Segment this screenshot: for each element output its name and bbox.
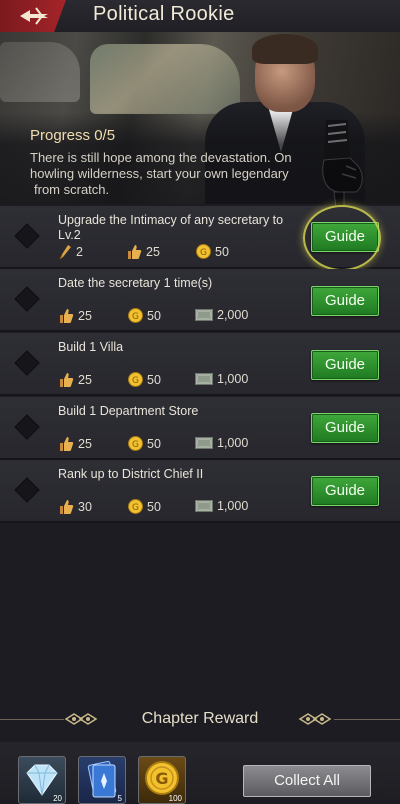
divider-line bbox=[334, 719, 400, 720]
coin-icon: G bbox=[128, 372, 143, 387]
ornament-right-icon bbox=[298, 713, 332, 725]
svg-text:G: G bbox=[132, 312, 139, 322]
task-row-5: Rank up to District Chief II 30 G 50 1,0… bbox=[0, 460, 400, 523]
reward-value: 1,000 bbox=[217, 499, 249, 513]
reward-coin: G 50 bbox=[128, 372, 161, 387]
cash-icon bbox=[195, 500, 213, 512]
task-name: Build 1 Villa bbox=[58, 340, 124, 354]
reward-coin: G 50 bbox=[128, 308, 161, 323]
svg-text:G: G bbox=[155, 769, 168, 788]
reward-item-card[interactable]: 5 bbox=[78, 756, 126, 804]
guide-button[interactable]: Guide bbox=[311, 222, 379, 252]
thumbs-up-icon bbox=[60, 437, 74, 451]
task-diamond-icon bbox=[15, 415, 39, 439]
reward-cash: 1,000 bbox=[195, 436, 248, 450]
reward-count: 20 bbox=[53, 794, 62, 803]
reward-thumbs: 25 bbox=[58, 308, 92, 324]
coin-icon: G bbox=[128, 308, 143, 323]
reward-value: 25 bbox=[78, 373, 92, 387]
reward-coin: G 50 bbox=[128, 499, 161, 514]
page-title: Political Rookie bbox=[93, 3, 235, 25]
reward-thumbs: 25 bbox=[58, 372, 92, 388]
cash-icon bbox=[195, 373, 213, 385]
task-diamond-icon bbox=[15, 351, 39, 375]
task-diamond-icon bbox=[15, 224, 39, 248]
guide-button[interactable]: Guide bbox=[311, 476, 379, 506]
car-window bbox=[90, 44, 240, 114]
reward-value: 50 bbox=[147, 436, 161, 451]
man-hair bbox=[252, 34, 318, 64]
reward-coin: G 50 bbox=[196, 244, 229, 259]
task-name: Rank up to District Chief II bbox=[58, 467, 204, 481]
thumbs-up-icon bbox=[128, 245, 142, 259]
quill-icon bbox=[59, 245, 71, 260]
svg-text:G: G bbox=[132, 503, 139, 513]
cash-icon bbox=[195, 309, 213, 321]
coin-icon: G bbox=[196, 244, 211, 259]
reward-coin: G 50 bbox=[128, 436, 161, 451]
progress-text: Progress 0/5 bbox=[30, 127, 116, 144]
reward-value: 1,000 bbox=[217, 372, 249, 386]
reward-value: 2 bbox=[76, 245, 83, 259]
reward-value: 2,000 bbox=[217, 308, 249, 322]
reward-value: 25 bbox=[146, 245, 160, 259]
task-diamond-icon bbox=[15, 287, 39, 311]
description-line-1: There is still hope among the devastatio… bbox=[30, 150, 292, 165]
reward-item-diamond[interactable]: 20 bbox=[18, 756, 66, 804]
header-bar: Political Rookie bbox=[0, 0, 400, 33]
svg-text:G: G bbox=[132, 376, 139, 386]
back-button[interactable] bbox=[0, 0, 66, 32]
reward-value: 50 bbox=[215, 244, 229, 259]
thumbs-up-icon bbox=[60, 500, 74, 514]
thumbs-up-icon bbox=[60, 373, 74, 387]
guide-button[interactable]: Guide bbox=[311, 413, 379, 443]
reward-quill: 2 bbox=[58, 244, 83, 260]
svg-text:G: G bbox=[200, 248, 207, 258]
reward-count: 100 bbox=[168, 794, 182, 803]
cash-icon bbox=[195, 437, 213, 449]
guide-button[interactable]: Guide bbox=[311, 350, 379, 380]
coin-icon: G bbox=[128, 436, 143, 451]
task-diamond-icon bbox=[15, 478, 39, 502]
reward-count: 5 bbox=[117, 794, 122, 803]
collect-all-button[interactable]: Collect All bbox=[243, 765, 371, 797]
reward-item-gold[interactable]: G 100 bbox=[138, 756, 186, 804]
guide-button[interactable]: Guide bbox=[311, 286, 379, 316]
svg-text:G: G bbox=[132, 440, 139, 450]
task-row-2: Date the secretary 1 time(s) 25 G 50 2,0… bbox=[0, 269, 400, 332]
task-row-4: Build 1 Department Store 25 G 50 1,000 G… bbox=[0, 397, 400, 460]
reward-cash: 1,000 bbox=[195, 372, 248, 386]
car-window-left bbox=[0, 42, 80, 102]
task-name: Build 1 Department Store bbox=[58, 404, 199, 418]
task-row-1: Upgrade the Intimacy of any secretary to… bbox=[0, 206, 400, 269]
thumbs-up-icon bbox=[60, 309, 74, 323]
reward-cash: 2,000 bbox=[195, 308, 248, 322]
reward-value: 50 bbox=[147, 308, 161, 323]
chapter-reward-header: Chapter Reward bbox=[0, 700, 400, 740]
reward-value: 1,000 bbox=[217, 436, 249, 450]
reward-value: 25 bbox=[78, 309, 92, 323]
reward-value: 30 bbox=[78, 500, 92, 514]
task-row-3: Build 1 Villa 25 G 50 1,000 Guide bbox=[0, 333, 400, 396]
coin-icon: G bbox=[128, 499, 143, 514]
reward-value: 50 bbox=[147, 372, 161, 387]
task-name: Date the secretary 1 time(s) bbox=[58, 276, 213, 290]
reward-value: 50 bbox=[147, 499, 161, 514]
reward-thumbs: 25 bbox=[58, 436, 92, 452]
reward-thumbs: 30 bbox=[58, 499, 92, 515]
reward-thumbs: 25 bbox=[126, 244, 160, 260]
back-arrow-icon bbox=[20, 7, 48, 25]
reward-value: 25 bbox=[78, 437, 92, 451]
task-name: Upgrade the Intimacy of any secretary to… bbox=[58, 213, 284, 242]
reward-cash: 1,000 bbox=[195, 499, 248, 513]
